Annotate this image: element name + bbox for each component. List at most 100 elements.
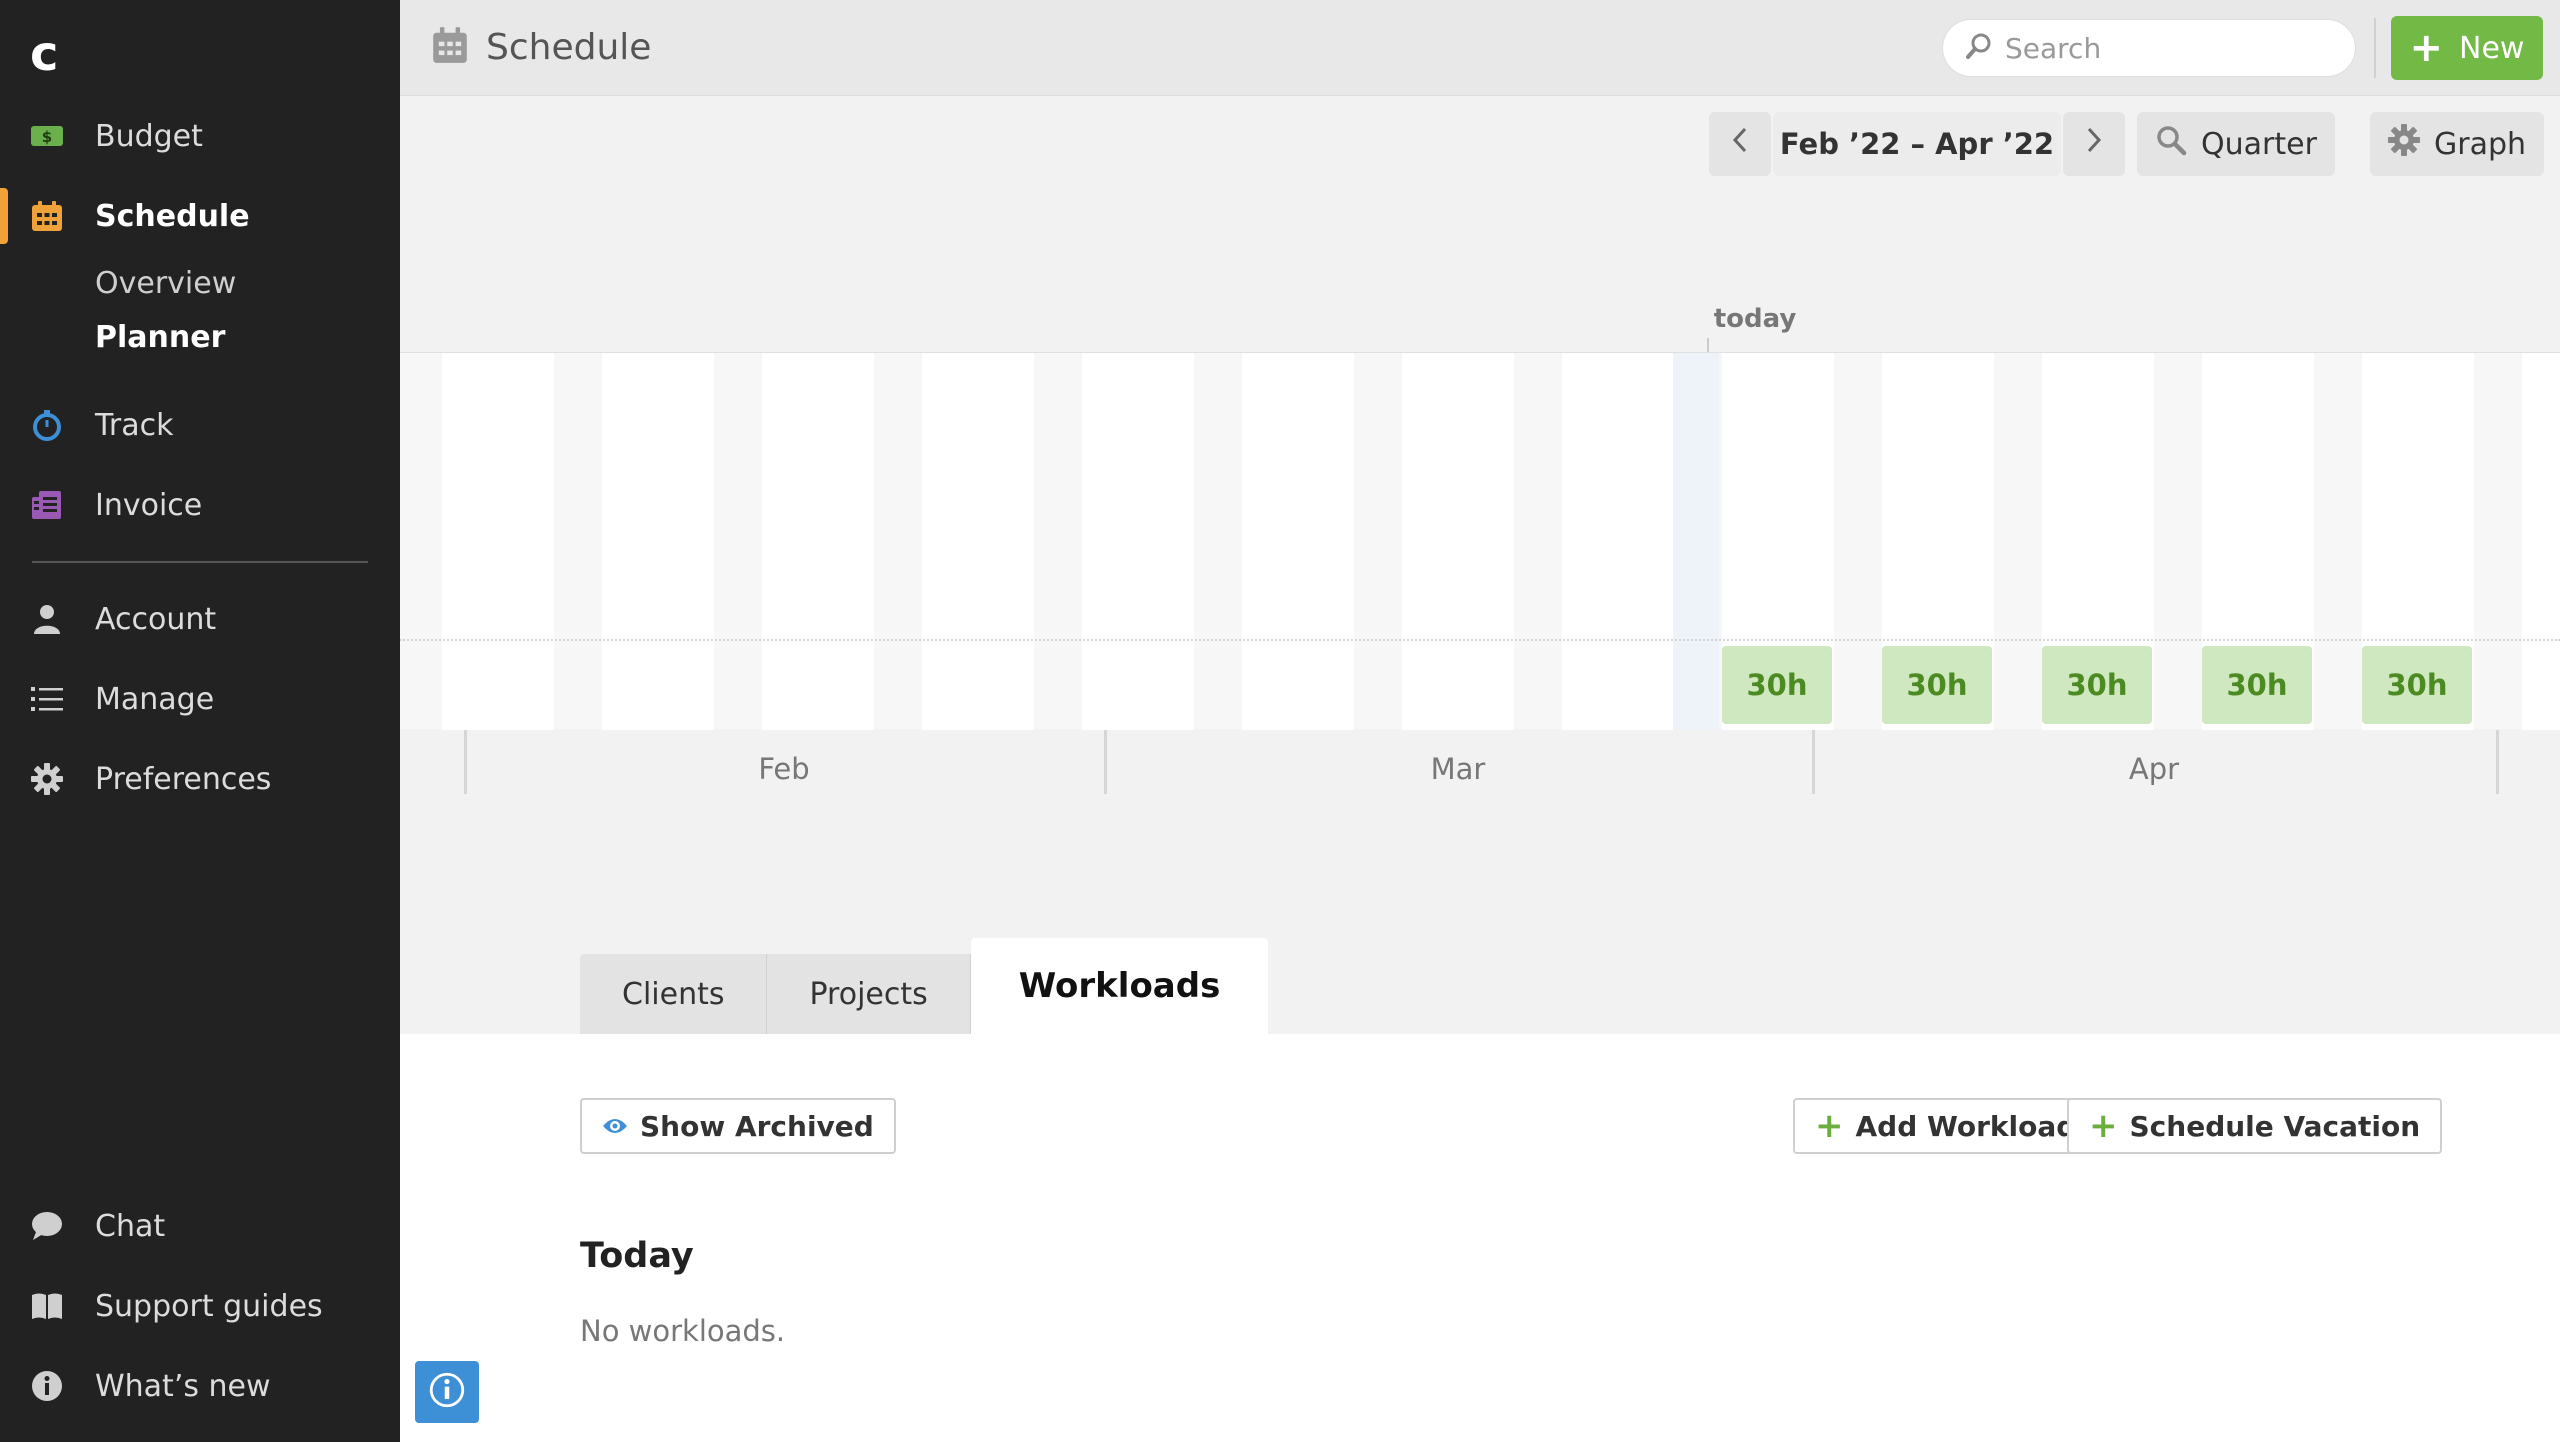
sidebar-item-manage[interactable]: Manage: [0, 668, 400, 730]
view-graph-button[interactable]: Graph: [2370, 112, 2544, 176]
gear-icon: [30, 763, 64, 795]
magnifier-icon: [2155, 124, 2201, 164]
week-column: [602, 353, 714, 730]
workload-hours-block[interactable]: 30h: [1882, 646, 1992, 724]
month-label-feb: Feb: [758, 752, 810, 786]
sidebar-item-label: Support guides: [95, 1288, 323, 1324]
week-column: [2522, 353, 2560, 730]
sidebar-item-whats-new[interactable]: What’s new: [0, 1355, 400, 1417]
header-separator: [2374, 18, 2376, 78]
search-input[interactable]: [2005, 31, 2345, 65]
tab-clients[interactable]: Clients: [580, 954, 768, 1034]
info-icon: [429, 1372, 465, 1412]
calendar-icon: [30, 200, 64, 232]
chevron-right-icon: [2085, 126, 2103, 162]
workload-hours-block[interactable]: 30h: [2362, 646, 2472, 724]
workload-hours-block[interactable]: 30h: [2042, 646, 2152, 724]
plus-icon: +: [2409, 25, 2444, 71]
sidebar-item-invoice[interactable]: Invoice: [0, 474, 400, 536]
date-range-label[interactable]: Feb ’22 – Apr ’22: [1773, 112, 2061, 176]
stopwatch-icon: [30, 409, 64, 441]
workload-hours-block[interactable]: 30h: [1722, 646, 1832, 724]
new-button[interactable]: + New: [2391, 16, 2543, 80]
schedule-vacation-button[interactable]: + Schedule Vacation: [2067, 1098, 2443, 1154]
sidebar-divider: [32, 561, 368, 563]
sidebar-item-label: Preferences: [95, 761, 272, 797]
week-column: [1402, 353, 1514, 730]
schedule-timeline: today 30h 30h 30h 30h 30h Feb Mar Apr: [400, 300, 2560, 800]
sidebar-item-chat[interactable]: Chat: [0, 1195, 400, 1257]
list-icon: [30, 683, 64, 715]
new-button-label: New: [2459, 30, 2525, 66]
show-archived-button[interactable]: Show Archived: [580, 1098, 896, 1154]
tab-workloads[interactable]: Workloads: [970, 938, 1269, 1034]
sidebar-subitem-overview[interactable]: Overview: [95, 266, 236, 301]
sidebar-item-account[interactable]: Account: [0, 588, 400, 650]
page-title: Schedule: [486, 26, 652, 68]
today-label: today: [1713, 304, 1797, 334]
zoom-label: Quarter: [2201, 126, 2317, 162]
person-icon: [30, 603, 64, 635]
zoom-quarter-button[interactable]: Quarter: [2137, 112, 2335, 176]
page-title-wrap: Schedule: [432, 26, 651, 68]
planner-tabs: Clients Projects Workloads: [580, 938, 1269, 1034]
workloads-panel: Show Archived + Add Workload + Schedule …: [400, 1034, 2560, 1442]
chevron-left-icon: [1731, 126, 1749, 162]
plus-icon: +: [1815, 1106, 1844, 1146]
book-icon: [30, 1290, 64, 1322]
calendar-icon: [432, 26, 468, 68]
sidebar-item-schedule[interactable]: Schedule: [0, 185, 400, 247]
sidebar-item-label: Chat: [95, 1208, 166, 1244]
sidebar-item-label: Invoice: [95, 487, 203, 523]
chat-bubble-icon: [30, 1210, 64, 1242]
month-divider: [2496, 730, 2499, 794]
sidebar-item-label: What’s new: [95, 1368, 271, 1404]
money-icon: $: [30, 120, 64, 152]
sidebar-item-track[interactable]: Track: [0, 394, 400, 456]
gear-icon: [2387, 124, 2434, 164]
row-separator: [400, 639, 2560, 641]
add-workload-label: Add Workload: [1855, 1109, 2077, 1143]
search-icon: [1965, 32, 1993, 64]
week-column: [922, 353, 1034, 730]
workload-hours-block[interactable]: 30h: [2202, 646, 2312, 724]
month-divider: [1812, 730, 1815, 794]
info-icon: [30, 1370, 64, 1402]
today-column: [1673, 353, 1719, 730]
sidebar: c $ Budget Schedule Overview Planner Tra…: [0, 0, 400, 1442]
sidebar-item-support-guides[interactable]: Support guides: [0, 1275, 400, 1337]
section-title-today: Today: [580, 1236, 694, 1276]
week-column: [442, 353, 554, 730]
eye-icon: [602, 1116, 628, 1136]
month-label-apr: Apr: [2128, 752, 2180, 786]
plus-icon: +: [2089, 1106, 2118, 1146]
sidebar-item-label: Track: [95, 407, 174, 443]
top-header: Schedule + New: [400, 0, 2560, 96]
show-archived-label: Show Archived: [640, 1109, 874, 1143]
empty-state-text: No workloads.: [580, 1314, 786, 1348]
sidebar-item-label: Budget: [95, 118, 203, 154]
view-label: Graph: [2433, 126, 2527, 162]
sidebar-item-budget[interactable]: $ Budget: [0, 105, 400, 167]
next-period-button[interactable]: [2063, 112, 2125, 176]
week-column: [1082, 353, 1194, 730]
week-column: [1242, 353, 1354, 730]
month-divider: [464, 730, 467, 794]
week-column: [762, 353, 874, 730]
app-logo[interactable]: c: [30, 26, 58, 82]
tab-projects[interactable]: Projects: [767, 954, 971, 1034]
schedule-vacation-label: Schedule Vacation: [2129, 1109, 2421, 1143]
add-workload-button[interactable]: + Add Workload: [1793, 1098, 2099, 1154]
invoice-icon: [30, 489, 64, 521]
info-button[interactable]: [415, 1361, 479, 1423]
sidebar-item-label: Schedule: [95, 198, 250, 234]
sidebar-item-label: Account: [95, 601, 217, 637]
previous-period-button[interactable]: [1709, 112, 1771, 176]
sidebar-subitem-planner[interactable]: Planner: [95, 320, 225, 355]
svg-text:$: $: [42, 128, 52, 146]
search-box[interactable]: [1942, 19, 2356, 77]
today-tick: [1707, 338, 1709, 352]
week-column: [1562, 353, 1674, 730]
month-label-mar: Mar: [1430, 752, 1486, 786]
sidebar-item-preferences[interactable]: Preferences: [0, 748, 400, 810]
